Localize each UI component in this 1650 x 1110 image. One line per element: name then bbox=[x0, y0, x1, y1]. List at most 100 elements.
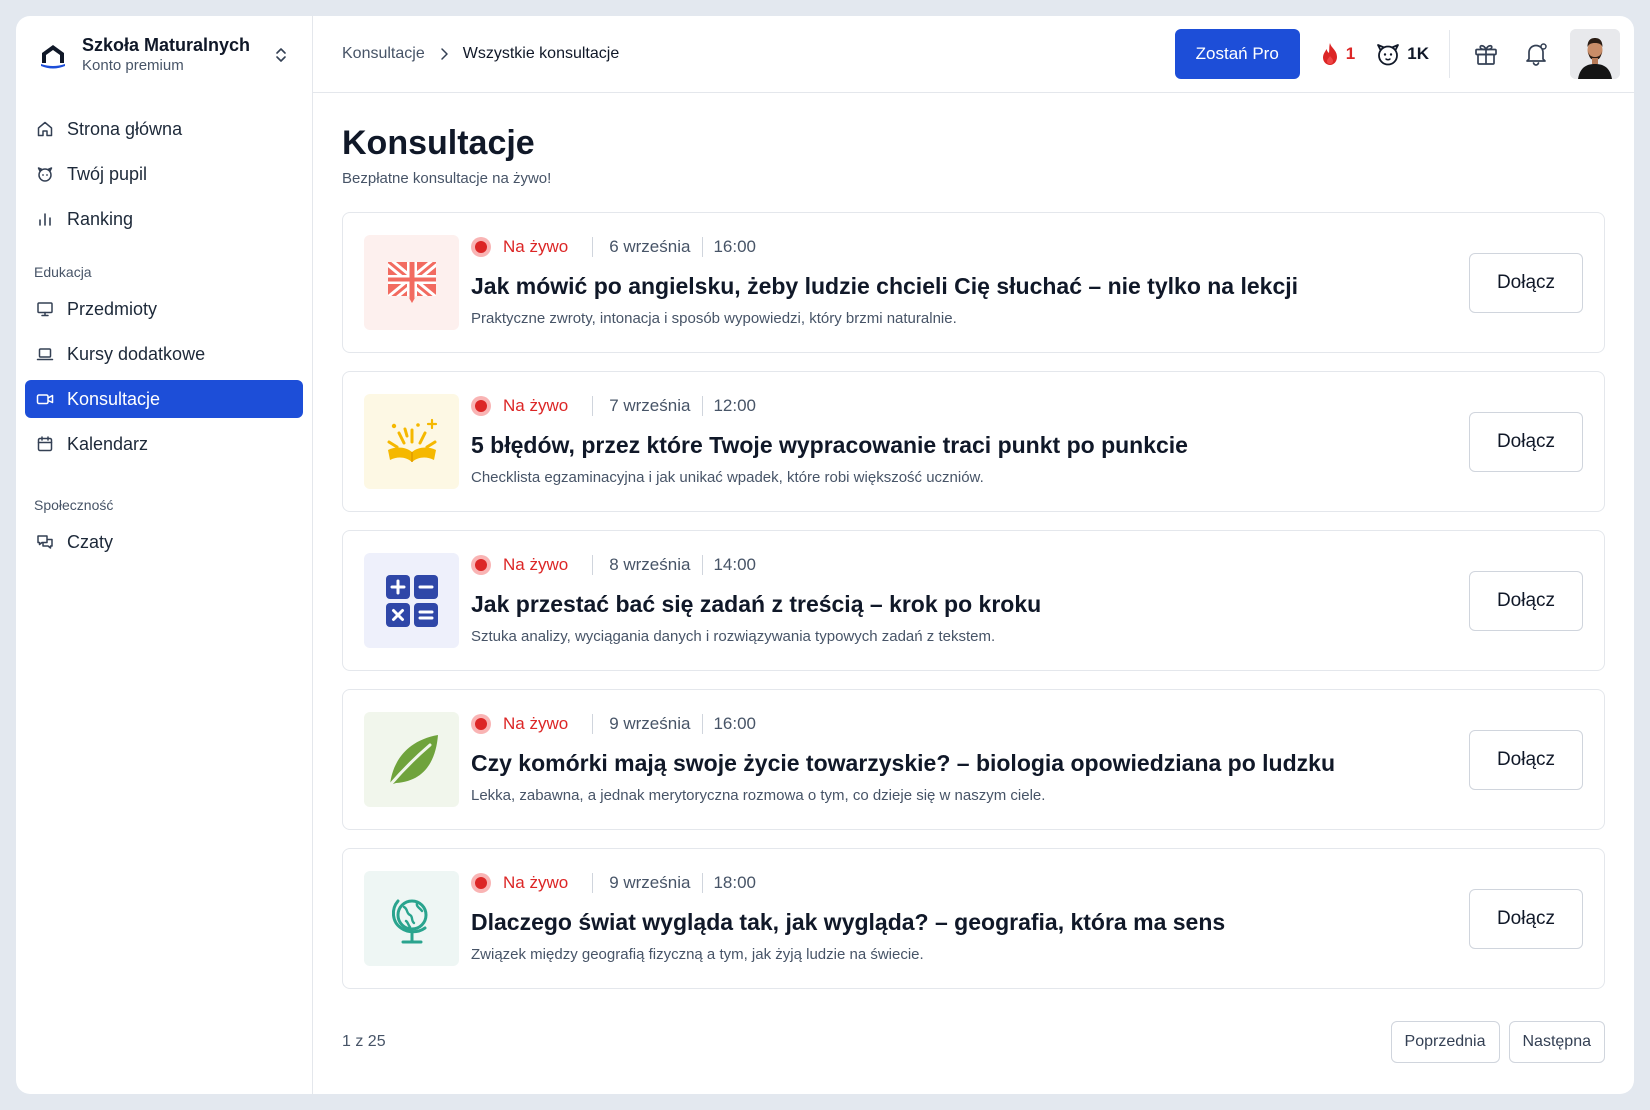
next-page-button[interactable]: Następna bbox=[1508, 1021, 1605, 1063]
school-logo-icon bbox=[34, 36, 72, 74]
divider bbox=[592, 396, 594, 416]
card-date: 9 września bbox=[609, 873, 691, 892]
card-date: 8 września bbox=[609, 555, 691, 574]
divider bbox=[592, 555, 594, 575]
bell-icon[interactable] bbox=[1520, 38, 1552, 70]
sidebar-item-pet[interactable]: Twój pupil bbox=[25, 155, 303, 193]
sidebar-item-label: Strona główna bbox=[67, 118, 183, 139]
pet-icon bbox=[1375, 42, 1401, 66]
sidebar-item-calendar[interactable]: Kalendarz bbox=[25, 425, 303, 463]
breadcrumb-link[interactable]: Konsultacje bbox=[342, 45, 425, 63]
sidebar: Szkoła Maturalnych Konto premium Strona … bbox=[16, 16, 313, 1094]
presentation-icon bbox=[35, 299, 55, 319]
page-subtitle: Bezpłatne konsultacje na żywo! bbox=[342, 170, 552, 187]
pet-icon bbox=[35, 164, 55, 184]
chevron-right-icon bbox=[439, 47, 449, 61]
card-date: 7 września bbox=[609, 396, 691, 415]
main-area: Konsultacje Wszystkie konsultacje Zostań… bbox=[313, 16, 1634, 1094]
join-button[interactable]: Dołącz bbox=[1469, 252, 1583, 313]
chat-icon bbox=[35, 532, 55, 552]
card-body: Na żywo 6 września 16:00 Jak mówić po an… bbox=[471, 236, 1469, 329]
live-indicator-icon bbox=[471, 873, 491, 893]
card-body: Na żywo 9 września 16:00 Czy komórki maj… bbox=[471, 713, 1469, 806]
divider bbox=[702, 237, 704, 257]
gift-icon[interactable] bbox=[1470, 38, 1502, 70]
divider bbox=[702, 714, 704, 734]
sidebar-item-subjects[interactable]: Przedmioty bbox=[25, 290, 303, 328]
brand-name: Szkoła Maturalnych bbox=[82, 35, 251, 55]
consultation-card: Na żywo 6 września 16:00 Jak mówić po an… bbox=[342, 212, 1605, 353]
card-description: Lekka, zabawna, a jednak merytoryczna ro… bbox=[471, 787, 1046, 804]
sidebar-item-consultations[interactable]: Konsultacje bbox=[25, 380, 303, 418]
card-title[interactable]: Jak mówić po angielsku, żeby ludzie chci… bbox=[471, 271, 1469, 301]
pet-points: 1K bbox=[1407, 44, 1429, 63]
divider bbox=[702, 555, 704, 575]
card-title[interactable]: 5 błędów, przez które Twoje wypracowanie… bbox=[471, 430, 1469, 460]
sidebar-item-label: Kalendarz bbox=[67, 433, 149, 454]
chevron-up-down-icon[interactable] bbox=[271, 43, 291, 67]
calendar-icon bbox=[35, 434, 55, 454]
divider bbox=[702, 873, 704, 893]
divider bbox=[1449, 30, 1450, 78]
live-indicator-icon bbox=[471, 237, 491, 257]
card-body: Na żywo 9 września 18:00 Dlaczego świat … bbox=[471, 872, 1469, 965]
sidebar-item-label: Kursy dodatkowe bbox=[67, 343, 206, 364]
chart-bar-icon bbox=[35, 209, 55, 229]
divider bbox=[592, 873, 594, 893]
card-title[interactable]: Dlaczego świat wygląda tak, jak wygląda?… bbox=[471, 907, 1469, 937]
live-indicator-icon bbox=[471, 396, 491, 416]
live-label: Na żywo bbox=[503, 237, 569, 256]
pet-points-counter[interactable]: 1K bbox=[1375, 42, 1429, 66]
content: Konsultacje Bezpłatne konsultacje na żyw… bbox=[313, 93, 1634, 1094]
previous-page-button[interactable]: Poprzednia bbox=[1390, 1021, 1500, 1063]
sidebar-item-label: Ranking bbox=[67, 208, 134, 229]
sidebar-item-label: Przedmioty bbox=[67, 298, 158, 319]
sidebar-item-home[interactable]: Strona główna bbox=[25, 110, 303, 148]
divider bbox=[592, 237, 594, 257]
card-date: 9 września bbox=[609, 714, 691, 733]
join-button[interactable]: Dołącz bbox=[1469, 411, 1583, 472]
card-meta: Na żywo 9 września 18:00 bbox=[471, 872, 1469, 894]
card-meta: Na żywo 6 września 16:00 bbox=[471, 236, 1469, 258]
breadcrumb-current: Wszystkie konsultacje bbox=[462, 45, 620, 62]
card-date: 6 września bbox=[609, 237, 691, 256]
join-button[interactable]: Dołącz bbox=[1469, 570, 1583, 631]
card-time: 16:00 bbox=[713, 714, 756, 733]
avatar[interactable] bbox=[1570, 29, 1620, 79]
consultation-card: Na żywo 9 września 16:00 Czy komórki maj… bbox=[342, 689, 1605, 830]
card-title[interactable]: Jak przestać bać się zadań z treścią – k… bbox=[471, 589, 1469, 619]
card-time: 16:00 bbox=[713, 237, 756, 256]
card-title[interactable]: Czy komórki mają swoje życie towarzyskie… bbox=[471, 748, 1469, 778]
divider bbox=[702, 396, 704, 416]
card-meta: Na żywo 8 września 14:00 bbox=[471, 554, 1469, 576]
app-window: Szkoła Maturalnych Konto premium Strona … bbox=[16, 16, 1634, 1094]
streak-counter[interactable]: 1 bbox=[1320, 42, 1355, 66]
divider bbox=[592, 714, 594, 734]
sidebar-item-chats[interactable]: Czaty bbox=[25, 523, 303, 561]
streak-count: 1 bbox=[1345, 44, 1356, 63]
sidebar-item-label: Twój pupil bbox=[67, 163, 148, 184]
card-description: Checklista egzaminacyjna i jak unikać wp… bbox=[471, 469, 984, 486]
brand-switcher[interactable]: Szkoła Maturalnych Konto premium bbox=[25, 16, 303, 94]
video-icon bbox=[35, 389, 55, 409]
card-meta: Na żywo 7 września 12:00 bbox=[471, 395, 1469, 417]
live-indicator-icon bbox=[471, 555, 491, 575]
live-label: Na żywo bbox=[503, 555, 569, 574]
join-button[interactable]: Dołącz bbox=[1469, 888, 1583, 949]
live-label: Na żywo bbox=[503, 396, 569, 415]
live-label: Na żywo bbox=[503, 873, 569, 892]
sidebar-item-ranking[interactable]: Ranking bbox=[25, 200, 303, 238]
breadcrumb: Konsultacje Wszystkie konsultacje bbox=[342, 45, 1175, 63]
card-description: Sztuka analizy, wyciągania danych i rozw… bbox=[471, 628, 996, 645]
live-label: Na żywo bbox=[503, 714, 569, 733]
go-pro-button[interactable]: Zostań Pro bbox=[1174, 29, 1300, 79]
open-book-icon bbox=[364, 394, 459, 489]
join-button[interactable]: Dołącz bbox=[1469, 729, 1583, 790]
sidebar-item-courses[interactable]: Kursy dodatkowe bbox=[25, 335, 303, 373]
leaf-icon bbox=[364, 712, 459, 807]
card-time: 14:00 bbox=[713, 555, 756, 574]
consultation-card: Na żywo 7 września 12:00 5 błędów, przez… bbox=[342, 371, 1605, 512]
page-title: Konsultacje bbox=[342, 124, 535, 162]
nav-section-title: Społeczność bbox=[34, 497, 114, 513]
consultation-list: Na żywo 6 września 16:00 Jak mówić po an… bbox=[342, 212, 1605, 1007]
